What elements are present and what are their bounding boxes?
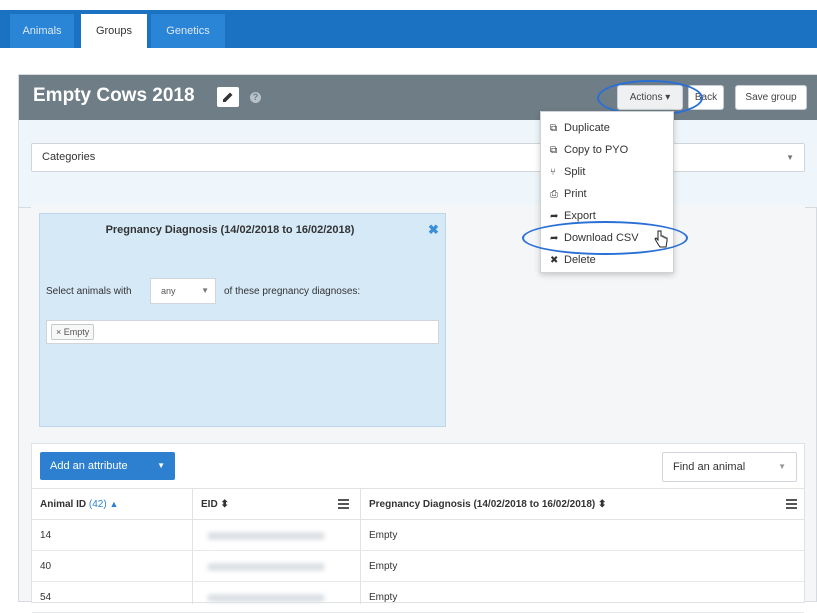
column-menu-icon[interactable] bbox=[786, 499, 797, 509]
copy-icon: ⧉ bbox=[550, 145, 558, 156]
blurred-eid bbox=[207, 532, 325, 540]
cell-animal-id: 54 bbox=[40, 592, 52, 603]
find-animal-label: Find an animal bbox=[673, 461, 746, 473]
criteria-card: Pregnancy Diagnosis (14/02/2018 to 16/02… bbox=[39, 213, 446, 427]
table-row[interactable]: 54 Empty bbox=[32, 582, 804, 613]
split-icon: ⑂ bbox=[550, 167, 556, 178]
cell-animal-id: 40 bbox=[40, 561, 52, 572]
sort-up-icon: ▲ bbox=[109, 499, 119, 509]
tab-groups[interactable]: Groups bbox=[81, 14, 147, 48]
categories-area: Categories ▼ bbox=[19, 120, 817, 208]
panel-header: Empty Cows 2018 ? Actions ▾ Back Save gr… bbox=[19, 75, 817, 120]
chevron-down-icon: ▼ bbox=[201, 286, 209, 295]
close-icon: ✖ bbox=[550, 255, 559, 266]
tab-animals[interactable]: Animals bbox=[10, 14, 74, 48]
criteria-area: Pregnancy Diagnosis (14/02/2018 to 16/02… bbox=[31, 205, 805, 440]
cell-pregnancy: Empty bbox=[369, 592, 398, 603]
menu-item-split[interactable]: ⑂ Split bbox=[550, 162, 585, 182]
menu-item-label: Copy to PYO bbox=[564, 144, 629, 156]
column-animal-id-label: Animal ID bbox=[40, 499, 87, 510]
menu-item-duplicate[interactable]: ⧉ Duplicate bbox=[550, 118, 610, 138]
menu-item-copy-to-pyo[interactable]: ⧉ Copy to PYO bbox=[550, 140, 628, 160]
add-attribute-label: Add an attribute bbox=[50, 460, 128, 472]
menu-item-print[interactable]: ⎙ Print bbox=[550, 184, 587, 204]
animals-table-area: Add an attribute ▼ Find an animal ▼ Anim… bbox=[31, 443, 805, 613]
column-menu-icon[interactable] bbox=[338, 499, 349, 509]
tag-empty[interactable]: × Empty bbox=[51, 324, 95, 340]
print-icon: ⎙ bbox=[550, 189, 558, 200]
hand-cursor-icon bbox=[654, 230, 668, 248]
cell-animal-id: 14 bbox=[40, 530, 52, 541]
column-pregnancy[interactable]: Pregnancy Diagnosis (14/02/2018 to 16/02… bbox=[369, 489, 606, 520]
column-eid[interactable]: EID ⬍ bbox=[201, 489, 229, 520]
blurred-eid bbox=[207, 563, 325, 571]
top-nav: Animals Groups Genetics bbox=[0, 0, 817, 48]
pencil-icon bbox=[223, 92, 233, 102]
blurred-eid bbox=[207, 594, 325, 602]
table-row[interactable]: 40 Empty bbox=[32, 551, 804, 582]
find-animal-select[interactable]: Find an animal ▼ bbox=[662, 452, 797, 482]
table-header: Animal ID (42) ▲ EID ⬍ Pregnancy Diagnos… bbox=[32, 488, 804, 520]
menu-item-label: Delete bbox=[564, 254, 596, 266]
select-suffix-label: of these pregnancy diagnoses: bbox=[224, 286, 361, 297]
categories-select[interactable]: Categories ▼ bbox=[31, 143, 805, 172]
close-icon[interactable]: ✖ bbox=[428, 222, 439, 238]
diagnosis-tag-input[interactable]: × Empty bbox=[46, 320, 439, 344]
chevron-down-icon: ▼ bbox=[778, 462, 786, 471]
chevron-down-icon: ▼ bbox=[786, 153, 794, 162]
animal-count: (42) bbox=[88, 499, 107, 510]
select-prefix-label: Select animals with bbox=[46, 286, 132, 297]
chevron-down-icon: ▼ bbox=[157, 461, 165, 470]
group-panel: Empty Cows 2018 ? Actions ▾ Back Save gr… bbox=[18, 74, 817, 613]
help-icon[interactable]: ? bbox=[250, 92, 261, 103]
tab-genetics[interactable]: Genetics bbox=[151, 14, 225, 48]
match-mode-value: any bbox=[161, 286, 176, 296]
table-row[interactable]: 14 Empty bbox=[32, 520, 804, 551]
add-attribute-button[interactable]: Add an attribute ▼ bbox=[40, 452, 175, 480]
criteria-title: Pregnancy Diagnosis (14/02/2018 to 16/02… bbox=[105, 224, 355, 236]
edit-title-button[interactable] bbox=[217, 87, 239, 107]
menu-item-label: Duplicate bbox=[564, 122, 610, 134]
save-group-button[interactable]: Save group bbox=[735, 85, 807, 110]
menu-item-label: Split bbox=[564, 166, 586, 178]
menu-item-label: Export bbox=[564, 210, 596, 222]
menu-item-label: Print bbox=[564, 188, 587, 200]
copy-icon: ⧉ bbox=[550, 123, 558, 134]
page-title: Empty Cows 2018 bbox=[33, 85, 195, 106]
cell-pregnancy: Empty bbox=[369, 530, 398, 541]
cell-pregnancy: Empty bbox=[369, 561, 398, 572]
column-animal-id[interactable]: Animal ID (42) ▲ bbox=[40, 489, 118, 520]
categories-label: Categories bbox=[42, 151, 96, 163]
match-mode-select[interactable]: any ▼ bbox=[150, 278, 216, 304]
